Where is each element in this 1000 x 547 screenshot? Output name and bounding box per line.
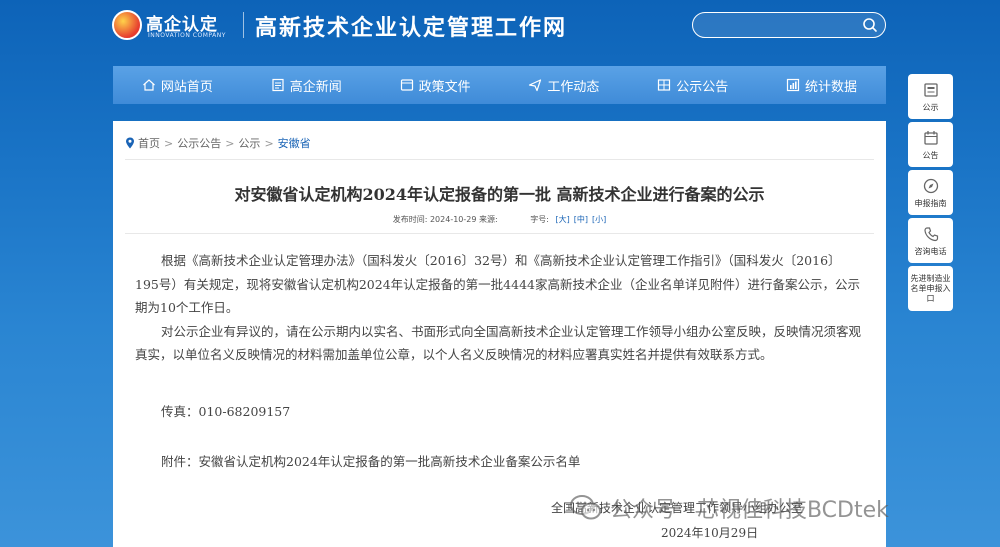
nav-item-label: 政策文件 [418, 79, 471, 95]
breadcrumb-announcements[interactable]: 公示公告 [177, 135, 221, 151]
float-item-label: 公告 [922, 150, 939, 160]
stats-icon [786, 78, 800, 92]
nav-item-home[interactable]: 网站首页 [113, 66, 242, 104]
article-paragraph: 根据《高新技术企业认定管理办法》（国科发火〔2016〕32号）和《高新技术企业认… [135, 253, 860, 315]
font-size-label: 字号: [530, 215, 549, 224]
publish-date: 发布时间: 2024-10-29 来源: [392, 215, 498, 224]
fax-number: 传真：010-68209157 [161, 404, 291, 419]
breadcrumb: 首页 > 公示公告 > 公示 > 安徽省 [125, 135, 311, 151]
nav-item-label: 统计数据 [805, 79, 858, 95]
nav-item-label: 高企新闻 [289, 79, 342, 95]
search-box[interactable] [692, 12, 886, 38]
breadcrumb-home[interactable]: 首页 [138, 135, 160, 151]
watermark: 公众号 · 芯视佳科技BCDtek [568, 490, 889, 526]
site-logo[interactable]: 高企认定 INNOVATION COMPANY [112, 8, 242, 42]
document-icon [400, 79, 413, 91]
search-input[interactable] [703, 16, 853, 34]
article-title: 对安徽省认定机构2024年认定报备的第一批 高新技术企业进行备案的公示 [234, 185, 765, 204]
announcement-icon [658, 79, 671, 91]
article-container: 首页 > 公示公告 > 公示 > 安徽省 对安徽省认定机构2024年认定报备的第… [113, 121, 886, 547]
search-icon[interactable] [861, 16, 879, 34]
watermark-text: 公众号 · 芯视佳科技BCDtek [610, 498, 889, 523]
float-item-label: 申报指南 [914, 198, 947, 208]
float-item-announcement[interactable]: 公告 [908, 122, 953, 167]
font-size-medium-button[interactable]: [中] [574, 215, 588, 224]
article-meta: 发布时间: 2024-10-29 来源: 字号: [大] [中] [小] [113, 214, 886, 225]
float-item-phone[interactable]: 咨询电话 [908, 218, 953, 263]
article-body: 根据《高新技术企业认定管理办法》（国科发火〔2016〕32号）和《高新技术企业认… [135, 249, 863, 367]
breadcrumb-current[interactable]: 安徽省 [278, 135, 311, 151]
home-icon [143, 79, 155, 91]
float-item-label: 先进制造业名单申报入口 [910, 273, 951, 303]
location-pin-icon [126, 137, 134, 149]
phone-icon [923, 226, 938, 241]
breadcrumb-separator: > [164, 136, 174, 150]
divider [125, 159, 874, 160]
float-item-notice[interactable]: 公示 [908, 74, 953, 119]
divider [125, 233, 874, 234]
signature-date: 2024年10月29日 [661, 526, 759, 540]
nav-item-stats[interactable]: 统计数据 [757, 66, 886, 104]
float-item-label: 公示 [922, 102, 939, 112]
send-icon [529, 79, 542, 92]
logo-subtext: INNOVATION COMPANY [148, 32, 226, 39]
calendar-icon [923, 130, 938, 145]
logo-divider [243, 12, 244, 38]
float-sidebar: 公示 公告 申报指南 咨询电话 先进制造业名单申报入口 [908, 74, 953, 314]
nav-item-work[interactable]: 工作动态 [499, 66, 628, 104]
nav-item-label: 工作动态 [547, 79, 600, 95]
attachment-link[interactable]: 附件：安徽省认定机构2024年认定报备的第一批高新技术企业备案公示名单 [161, 451, 580, 470]
main-nav: 网站首页 高企新闻 政策文件 工作动态 公示公告 统计数据 [113, 66, 886, 104]
site-header: 高企认定 INNOVATION COMPANY 高新技术企业认定管理工作网 [0, 0, 1000, 62]
font-size-small-button[interactable]: [小] [592, 215, 606, 224]
float-item-guide[interactable]: 申报指南 [908, 170, 953, 215]
site-title: 高新技术企业认定管理工作网 [255, 15, 568, 41]
breadcrumb-separator: > [264, 136, 274, 150]
float-item-label: 咨询电话 [914, 246, 947, 256]
breadcrumb-notice[interactable]: 公示 [238, 135, 260, 151]
breadcrumb-separator: > [225, 136, 235, 150]
font-size-large-button[interactable]: [大] [556, 215, 570, 224]
nav-item-announcement[interactable]: 公示公告 [628, 66, 757, 104]
compass-icon [923, 178, 938, 193]
nav-item-policy[interactable]: 政策文件 [371, 66, 500, 104]
float-item-manufacturing-entry[interactable]: 先进制造业名单申报入口 [908, 266, 953, 311]
notice-icon [923, 82, 938, 97]
nav-item-label: 公示公告 [676, 79, 729, 95]
wechat-icon [570, 495, 601, 520]
news-icon [272, 78, 284, 92]
article-paragraph: 对公示企业有异议的，请在公示期内以实名、书面形式向全国高新技术企业认定管理工作领… [135, 323, 862, 363]
logo-mark-icon [112, 10, 142, 40]
nav-item-label: 网站首页 [160, 79, 213, 95]
nav-item-news[interactable]: 高企新闻 [242, 66, 371, 104]
